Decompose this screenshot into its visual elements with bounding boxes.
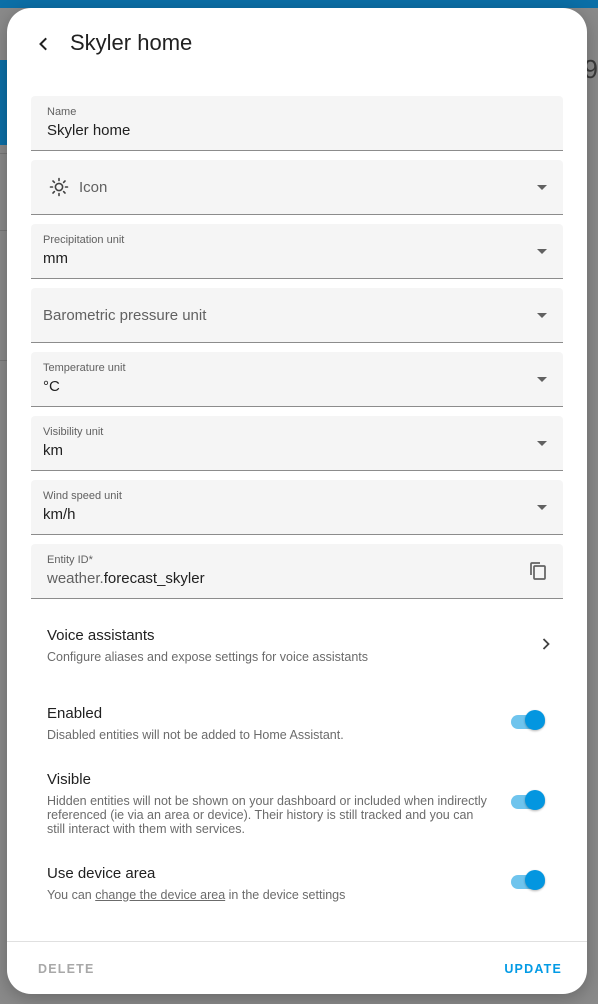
dropdown-arrow-icon xyxy=(537,377,547,382)
name-field[interactable]: Name Skyler home xyxy=(31,96,563,151)
wind-speed-unit-value: km/h xyxy=(43,506,76,523)
visible-title: Visible xyxy=(47,771,91,788)
dialog-footer: DELETE UPDATE xyxy=(7,941,587,994)
name-label: Name xyxy=(47,106,77,118)
name-value: Skyler home xyxy=(47,122,131,139)
wind-speed-unit-label: Wind speed unit xyxy=(43,490,122,502)
precipitation-unit-value: mm xyxy=(43,250,68,267)
dropdown-arrow-icon xyxy=(537,313,547,318)
icon-placeholder: Icon xyxy=(79,179,108,196)
enabled-title: Enabled xyxy=(47,705,103,722)
visibility-unit-label: Visibility unit xyxy=(43,426,104,438)
enabled-toggle[interactable] xyxy=(511,710,547,734)
visible-setting: Visible Hidden entities will not be show… xyxy=(47,771,487,836)
voice-assistants-item[interactable]: Voice assistants Configure aliases and e… xyxy=(47,627,550,664)
entity-id-label: Entity ID* xyxy=(47,554,93,566)
icon-picker[interactable]: Icon xyxy=(31,160,563,215)
back-button[interactable] xyxy=(29,30,57,58)
precipitation-unit-select[interactable]: Precipitation unit mm xyxy=(31,224,563,279)
delete-button[interactable]: DELETE xyxy=(38,962,95,976)
change-device-area-link[interactable]: change the device area xyxy=(95,888,225,902)
toggle-thumb xyxy=(525,870,545,890)
device-area-text-before: You can xyxy=(47,888,96,902)
chevron-left-icon xyxy=(39,37,47,51)
dropdown-arrow-icon xyxy=(537,505,547,510)
dialog-header: Skyler home xyxy=(7,8,587,80)
temperature-unit-value: °C xyxy=(43,378,60,395)
visible-description: Hidden entities will not be shown on you… xyxy=(47,794,487,836)
temperature-unit-select[interactable]: Temperature unit °C xyxy=(31,352,563,407)
wind-speed-unit-select[interactable]: Wind speed unit km/h xyxy=(31,480,563,535)
pressure-unit-select[interactable]: Barometric pressure unit xyxy=(31,288,563,343)
copy-button[interactable] xyxy=(527,560,549,582)
precipitation-unit-label: Precipitation unit xyxy=(43,234,125,246)
entity-id-value: weather.forecast_skyler xyxy=(47,570,205,587)
entity-settings-dialog: Skyler home Name Skyler home Icon Precip… xyxy=(7,8,587,994)
toggle-thumb xyxy=(525,710,545,730)
entity-id-field[interactable]: Entity ID* weather.forecast_skyler xyxy=(31,544,563,599)
device-area-title: Use device area xyxy=(47,865,156,882)
device-area-text-after: in the device settings xyxy=(225,888,346,902)
pressure-unit-placeholder: Barometric pressure unit xyxy=(43,307,207,324)
visibility-unit-value: km xyxy=(43,442,63,459)
dropdown-arrow-icon xyxy=(537,185,547,190)
temperature-unit-label: Temperature unit xyxy=(43,362,126,374)
dropdown-arrow-icon xyxy=(537,441,547,446)
device-area-toggle[interactable] xyxy=(511,870,547,894)
dropdown-arrow-icon xyxy=(537,249,547,254)
copy-icon xyxy=(530,562,546,580)
device-area-description: You can change the device area in the de… xyxy=(47,888,487,902)
enabled-setting: Enabled Disabled entities will not be ad… xyxy=(47,705,487,742)
enabled-description: Disabled entities will not be added to H… xyxy=(47,728,344,742)
device-area-setting: Use device area You can change the devic… xyxy=(47,865,487,902)
background-header-bar xyxy=(0,0,598,8)
entity-id-prefix: weather. xyxy=(47,570,104,587)
update-button[interactable]: UPDATE xyxy=(504,962,562,976)
weather-sunny-icon xyxy=(49,177,69,197)
voice-assistants-description: Configure aliases and expose settings fo… xyxy=(47,650,369,664)
voice-assistants-title: Voice assistants xyxy=(47,627,155,644)
toggle-thumb xyxy=(525,790,545,810)
visibility-unit-select[interactable]: Visibility unit km xyxy=(31,416,563,471)
entity-id-object: forecast_skyler xyxy=(103,570,205,587)
visible-toggle[interactable] xyxy=(511,790,547,814)
dialog-title: Skyler home xyxy=(70,30,193,55)
chevron-right-icon xyxy=(542,638,550,650)
